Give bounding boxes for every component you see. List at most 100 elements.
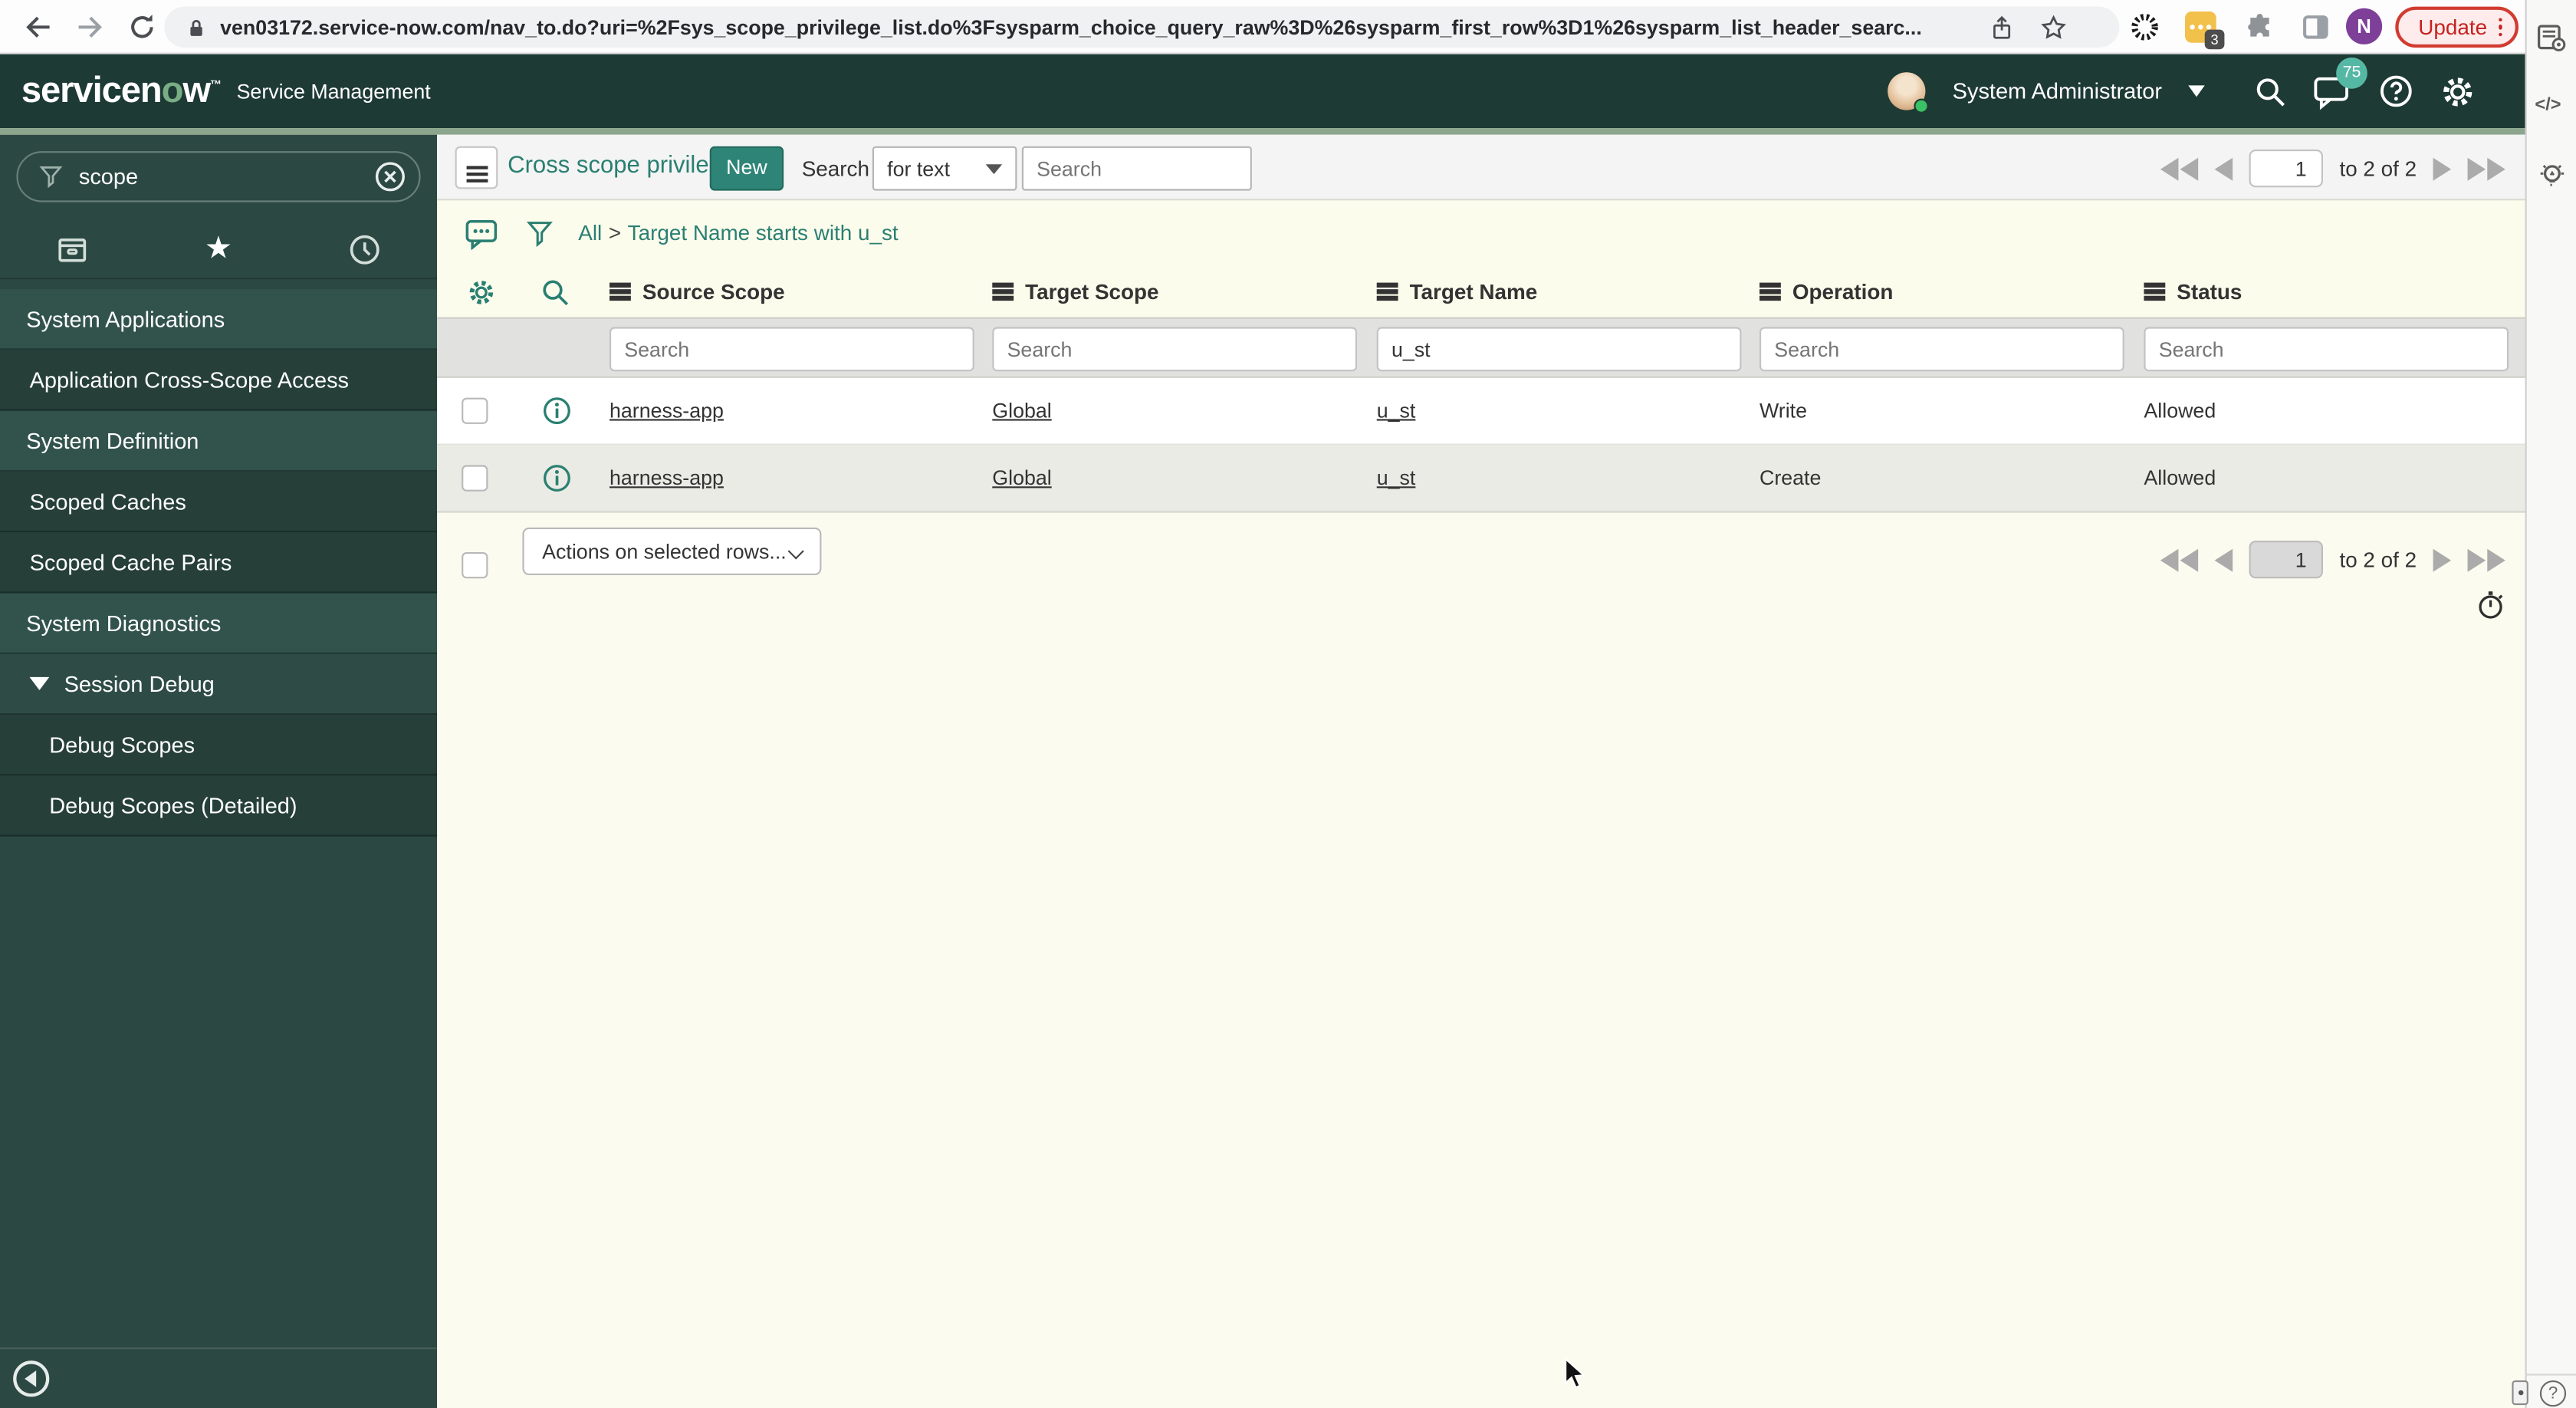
expand-caret-icon [29, 676, 50, 690]
cell-target-scope[interactable]: Global [992, 467, 1051, 490]
sidebar-item-system-definition[interactable]: System Definition [0, 410, 437, 472]
record-preview-icon[interactable] [542, 463, 572, 493]
select-chevron-icon [787, 543, 804, 560]
next-page-icon[interactable] [2433, 548, 2452, 571]
filter-operation-input[interactable] [1760, 327, 2124, 372]
next-page-icon[interactable] [2433, 156, 2452, 180]
tab-all-applications[interactable] [0, 220, 146, 278]
clock-icon [350, 234, 379, 264]
column-menu-icon [1760, 283, 1781, 288]
cell-source-scope[interactable]: harness-app [610, 400, 724, 423]
record-preview-icon[interactable] [542, 396, 572, 426]
table-row: harness-app Global u_st Write Allowed [437, 377, 2525, 446]
resize-grip[interactable] [2512, 1380, 2528, 1406]
sidebar-item-debug-scopes-detailed[interactable]: Debug Scopes (Detailed) [0, 775, 437, 837]
reload-icon[interactable] [127, 12, 158, 43]
column-header-source-scope[interactable]: Source Scope [610, 279, 785, 304]
hamburger-icon [465, 165, 488, 170]
idea-bulb-icon[interactable] [2537, 161, 2568, 192]
sidebar-item-debug-scopes[interactable]: Debug Scopes [0, 715, 437, 776]
navigator-footer [0, 1347, 437, 1408]
cell-target-name[interactable]: u_st [1377, 467, 1416, 490]
last-page-icon[interactable] [2467, 548, 2505, 571]
strip-help-icon[interactable]: ? [2539, 1380, 2567, 1407]
user-menu-caret-icon[interactable] [2188, 85, 2205, 97]
cell-target-name[interactable]: u_st [1377, 400, 1416, 423]
column-header-operation[interactable]: Operation [1760, 279, 1893, 304]
box-icon [59, 237, 87, 262]
share-icon[interactable] [1990, 15, 2014, 41]
sidebar-item-session-debug[interactable]: Session Debug [0, 653, 437, 716]
side-panel-icon[interactable] [2300, 12, 2331, 43]
filter-target-name-input[interactable] [1376, 327, 1742, 372]
previous-page-icon[interactable] [2214, 548, 2233, 571]
navigator-filter-input[interactable] [78, 164, 342, 189]
bookmark-star-icon[interactable] [2040, 15, 2066, 41]
help-icon[interactable] [2379, 74, 2413, 108]
search-type-select[interactable]: for text [872, 146, 1017, 191]
list-search-input[interactable] [1021, 146, 1252, 191]
sidebar-item-system-applications[interactable]: System Applications [0, 289, 437, 350]
mouse-cursor [1565, 1357, 1586, 1389]
filter-target-scope-input[interactable] [992, 327, 1357, 372]
conversations-icon[interactable]: 75 [2313, 56, 2367, 110]
page-number-input[interactable] [2249, 541, 2324, 579]
browser-menu-icon[interactable] [2499, 18, 2503, 37]
row-checkbox[interactable] [462, 397, 488, 424]
back-icon[interactable] [23, 12, 54, 43]
extensions-puzzle-icon[interactable] [2244, 12, 2275, 43]
list-personalize-gear-icon[interactable] [467, 278, 497, 308]
select-all-checkbox[interactable] [462, 552, 488, 579]
column-header-target-scope[interactable]: Target Scope [992, 279, 1159, 304]
cell-target-scope[interactable]: Global [992, 400, 1051, 423]
browser-profile-avatar[interactable]: N [2346, 8, 2383, 44]
list-pane: Cross scope privileges New Search for te… [437, 134, 2525, 1408]
address-bar[interactable]: ven03172.service-now.com/nav_to.do?uri=%… [164, 6, 2120, 48]
sidebar-item-scoped-cache-pairs[interactable]: Scoped Cache Pairs [0, 532, 437, 594]
user-avatar[interactable] [1888, 72, 1930, 113]
screen: ven03172.service-now.com/nav_to.do?uri=%… [0, 0, 2576, 1408]
sidebar-item-scoped-caches[interactable]: Scoped Caches [0, 472, 437, 533]
list-context-menu-button[interactable] [455, 146, 498, 189]
collapse-arrow-icon [25, 1370, 37, 1387]
tab-favorites[interactable]: ★ [146, 220, 291, 278]
pagination-bottom: to 2 of 2 [2160, 541, 2505, 579]
forward-icon[interactable] [74, 12, 105, 43]
user-name[interactable]: System Administrator [1953, 79, 2162, 104]
extension-badge: 3 [2204, 29, 2225, 50]
filter-source-scope-input[interactable] [610, 327, 974, 372]
breadcrumb-all-link[interactable]: All [578, 220, 602, 245]
new-record-button[interactable]: New [709, 146, 784, 191]
global-search-icon[interactable] [2254, 75, 2287, 108]
last-page-icon[interactable] [2467, 156, 2505, 180]
notes-extension-icon[interactable]: 3 [2185, 12, 2225, 50]
first-page-icon[interactable] [2160, 548, 2199, 571]
list-comments-icon[interactable] [465, 219, 498, 250]
column-search-toggle-icon[interactable] [540, 278, 570, 308]
spinner-extension-icon[interactable] [2129, 12, 2160, 43]
update-button[interactable]: Update [2395, 6, 2519, 48]
collapse-navigator-button[interactable] [13, 1360, 50, 1397]
row-range-label: to 2 of 2 [2339, 547, 2417, 572]
navigator-filter[interactable] [16, 151, 421, 202]
clear-filter-icon[interactable] [375, 161, 406, 192]
form-preview-icon[interactable] [2537, 23, 2568, 54]
tab-history[interactable] [291, 220, 437, 278]
sidebar-item-system-diagnostics[interactable]: System Diagnostics [0, 593, 437, 654]
filter-status-input[interactable] [2144, 327, 2509, 372]
response-time-icon[interactable] [2476, 590, 2505, 620]
row-checkbox[interactable] [462, 465, 488, 492]
settings-gear-icon[interactable] [2440, 73, 2476, 109]
sidebar-item-application-cross-scope-access[interactable]: Application Cross-Scope Access [0, 350, 437, 411]
first-page-icon[interactable] [2160, 156, 2199, 180]
previous-page-icon[interactable] [2214, 156, 2233, 180]
breadcrumb-filter-icon[interactable] [526, 219, 554, 248]
table-row: harness-app Global u_st Create Allowed [437, 445, 2525, 513]
actions-select[interactable]: Actions on selected rows... [522, 527, 822, 575]
column-header-status[interactable]: Status [2144, 279, 2242, 304]
code-toggle-icon[interactable]: </> [2535, 95, 2561, 115]
page-number-input[interactable] [2249, 150, 2324, 188]
cell-source-scope[interactable]: harness-app [610, 467, 724, 490]
breadcrumb-query-link[interactable]: Target Name starts with u_st [628, 220, 899, 245]
column-header-target-name[interactable]: Target Name [1376, 279, 1537, 304]
